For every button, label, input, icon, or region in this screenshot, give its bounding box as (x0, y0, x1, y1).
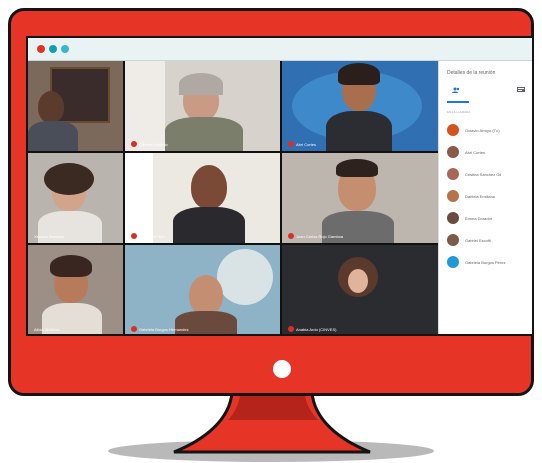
video-tile[interactable]: Juan Carlos Rojo Gamboa (282, 153, 438, 243)
tile-name: Abri Cortes (296, 141, 317, 147)
video-grid: Carmen Antonio Abri Cortes Ximena Sanche… (28, 61, 438, 334)
participant-item[interactable]: Gabriel Escoffi (439, 231, 532, 251)
participant-name: Abri Cortes (465, 150, 486, 155)
participant-name: Gabriel Escoffi (465, 238, 491, 243)
video-tile[interactable]: Carmen Antonio (125, 61, 280, 151)
window-titlebar (28, 38, 532, 61)
participant-name: Daniela Emiliano (465, 194, 496, 199)
participant-item[interactable]: Daniela Emiliano (439, 187, 532, 207)
participant-name: Octavio Arroyo (Tú) (465, 128, 500, 133)
video-tile[interactable]: Ximena Sanchez (28, 153, 123, 243)
tile-name: Gabriela Burgos Hernandez (139, 326, 189, 332)
avatar (447, 234, 459, 246)
video-tile[interactable]: Abri Cortes (282, 61, 438, 151)
participant-item[interactable]: Cristina Sanchez Gil (439, 165, 532, 185)
participant-item[interactable]: Emma Dorador (439, 209, 532, 229)
panel-title: Detalles de la reunión (447, 70, 496, 76)
video-tile[interactable] (28, 61, 123, 151)
video-tile[interactable]: Fernando Ruiz (125, 153, 280, 243)
chat-icon[interactable] (517, 87, 525, 93)
avatar (447, 146, 459, 158)
avatar (447, 212, 459, 224)
screen: Carmen Antonio Abri Cortes Ximena Sanche… (26, 36, 534, 336)
avatar (447, 124, 459, 136)
participant-item[interactable]: Octavio Arroyo (Tú) (439, 121, 532, 141)
tile-name: Carmen Antonio (139, 141, 168, 147)
close-dot[interactable] (37, 45, 45, 53)
minimize-dot[interactable] (49, 45, 57, 53)
section-label: EN LA LLAMADA (447, 110, 471, 114)
video-tile[interactable]: Gabriela Burgos Hernandez (125, 245, 280, 334)
tile-name: Alicia Jimenez (34, 327, 60, 332)
participant-avatar (338, 257, 378, 297)
video-tile[interactable]: Anabia Ardo (CINVES) (282, 245, 438, 334)
participant-item[interactable]: Gabriela Burgos Pérez (439, 253, 532, 273)
avatar (447, 190, 459, 202)
avatar (447, 168, 459, 180)
participant-name: Emma Dorador (465, 216, 493, 221)
participant-name: Cristina Sanchez Gil (465, 172, 502, 177)
avatar (447, 256, 459, 268)
meeting-details-panel: Detalles de la reunión EN LA LLAMADA Oct… (438, 61, 532, 334)
tile-name: Anabia Ardo (CINVES) (296, 326, 337, 332)
people-tab-indicator (447, 101, 469, 103)
tile-name: Ximena Sanchez (34, 234, 65, 239)
video-tile[interactable]: Alicia Jimenez (28, 245, 123, 334)
tile-name: Juan Carlos Rojo Gamboa (296, 233, 344, 239)
tile-name: Fernando Ruiz (139, 233, 166, 239)
maximize-dot[interactable] (61, 45, 69, 53)
people-icon[interactable] (452, 87, 460, 93)
participant-name: Gabriela Burgos Pérez (465, 260, 506, 265)
participant-item[interactable]: Abri Cortes (439, 143, 532, 163)
power-button[interactable] (273, 360, 291, 378)
